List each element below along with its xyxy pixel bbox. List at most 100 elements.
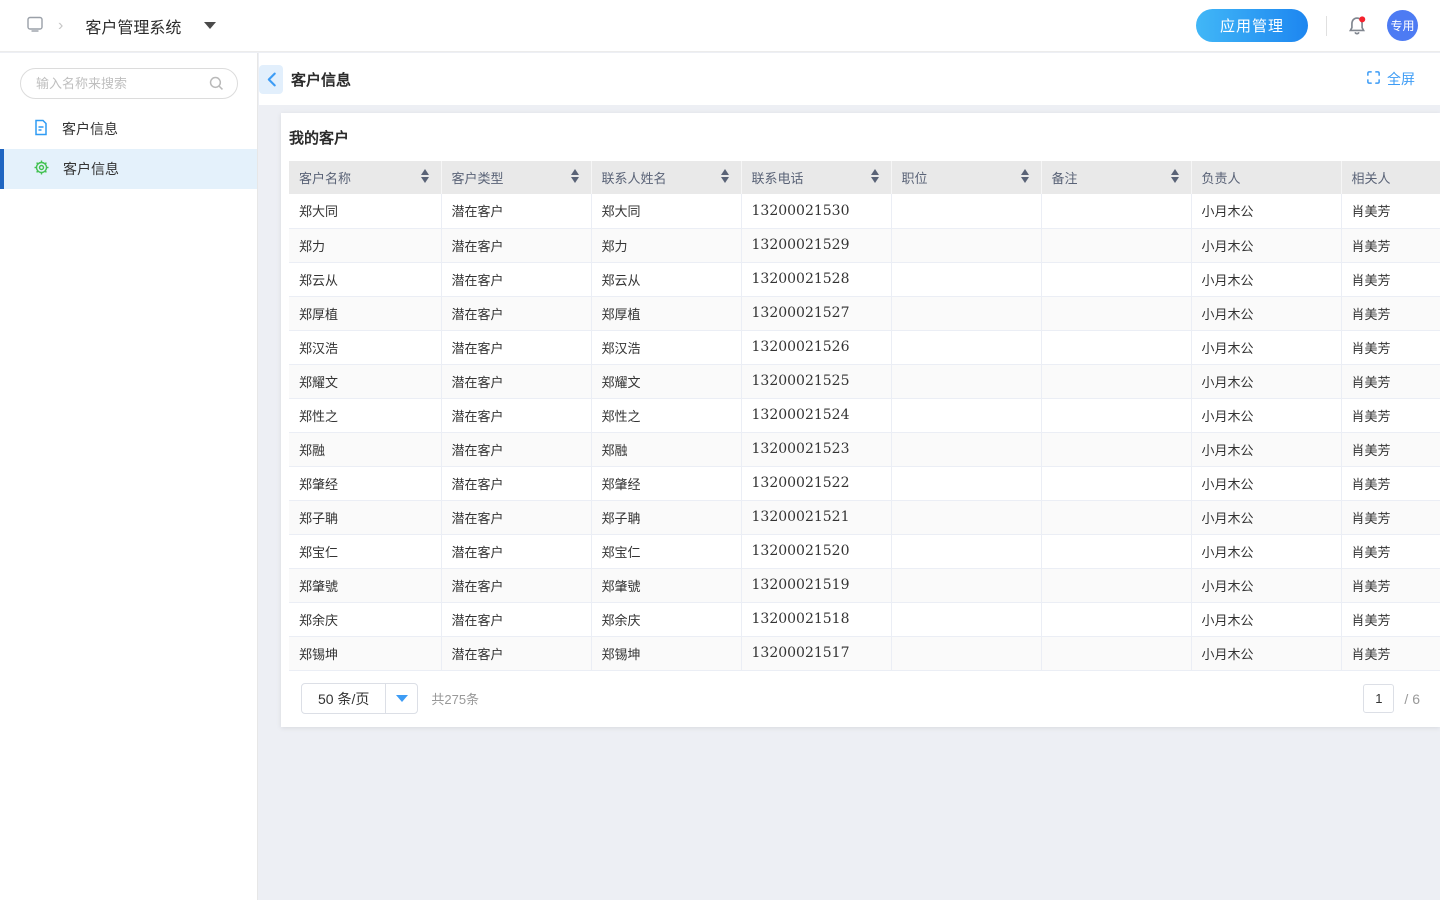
table-row[interactable]: 郑大同潜在客户郑大同13200021530小月木公肖美芳	[289, 194, 1440, 228]
table-cell	[1041, 432, 1191, 466]
customers-table: 客户名称客户类型联系人姓名联系电话职位备注负责人相关人 郑大同潜在客户郑大同13…	[289, 161, 1440, 671]
table-cell	[891, 602, 1041, 636]
search-input[interactable]	[20, 68, 238, 99]
table-cell: 小月木公	[1191, 194, 1341, 228]
column-header-1[interactable]: 客户类型	[441, 161, 591, 194]
page-number-input[interactable]	[1363, 684, 1394, 713]
table-cell: 肖美芳	[1341, 262, 1440, 296]
table-cell: 郑厚植	[591, 296, 741, 330]
table-cell: 郑肇经	[289, 466, 441, 500]
main-content: 客户信息 全屏 我的客户 客户名称客户类型联系人姓名联系电话职位	[259, 53, 1440, 900]
table-row[interactable]: 郑宝仁潜在客户郑宝仁13200021520小月木公肖美芳	[289, 534, 1440, 568]
table-cell: 潜在客户	[441, 330, 591, 364]
sort-icon[interactable]	[571, 169, 579, 183]
app-switcher-caret-icon[interactable]	[204, 22, 216, 29]
table-cell: 郑厚植	[289, 296, 441, 330]
column-header-0[interactable]: 客户名称	[289, 161, 441, 194]
table-row[interactable]: 郑融潜在客户郑融13200021523小月木公肖美芳	[289, 432, 1440, 466]
table-row[interactable]: 郑力潜在客户郑力13200021529小月木公肖美芳	[289, 228, 1440, 262]
table-row[interactable]: 郑汉浩潜在客户郑汉浩13200021526小月木公肖美芳	[289, 330, 1440, 364]
table-cell: 小月木公	[1191, 364, 1341, 398]
table-cell	[891, 636, 1041, 670]
table-cell: 郑力	[289, 228, 441, 262]
table-cell: 小月木公	[1191, 432, 1341, 466]
table-cell	[1041, 364, 1191, 398]
total-pages: / 6	[1404, 691, 1420, 707]
column-header-7: 相关人	[1341, 161, 1440, 194]
table-cell: 郑汉浩	[591, 330, 741, 364]
table-cell: 13200021530	[741, 194, 891, 228]
sidebar: 客户信息 客户信息	[0, 53, 258, 900]
notification-bell-icon[interactable]	[1345, 14, 1369, 38]
column-label: 联系电话	[752, 171, 804, 186]
table-cell: 小月木公	[1191, 330, 1341, 364]
column-label: 联系人姓名	[602, 171, 667, 186]
column-header-2[interactable]: 联系人姓名	[591, 161, 741, 194]
column-header-6: 负责人	[1191, 161, 1341, 194]
sidebar-item-customer-info-1[interactable]: 客户信息	[0, 109, 257, 149]
table-row[interactable]: 郑肇经潜在客户郑肇经13200021522小月木公肖美芳	[289, 466, 1440, 500]
page-size-value: 50 条/页	[302, 684, 385, 713]
table-cell: 郑性之	[289, 398, 441, 432]
table-cell: 潜在客户	[441, 194, 591, 228]
column-header-4[interactable]: 职位	[891, 161, 1041, 194]
app-title: 客户管理系统	[85, 14, 181, 38]
table-cell: 郑锡坤	[591, 636, 741, 670]
table-cell: 13200021518	[741, 602, 891, 636]
table-cell: 郑大同	[289, 194, 441, 228]
table-cell	[1041, 568, 1191, 602]
pagination: 50 条/页 共275条 / 6	[289, 671, 1440, 727]
column-header-5[interactable]: 备注	[1041, 161, 1191, 194]
table-row[interactable]: 郑厚植潜在客户郑厚植13200021527小月木公肖美芳	[289, 296, 1440, 330]
table-cell: 小月木公	[1191, 262, 1341, 296]
table-cell: 13200021525	[741, 364, 891, 398]
page-header: 客户信息 全屏	[259, 53, 1440, 105]
sort-icon[interactable]	[871, 169, 879, 183]
table-cell: 郑耀文	[591, 364, 741, 398]
table-cell: 小月木公	[1191, 636, 1341, 670]
desktop-icon[interactable]	[26, 15, 44, 36]
sort-icon[interactable]	[721, 169, 729, 183]
document-icon	[33, 119, 49, 139]
sidebar-item-customer-info-2[interactable]: 客户信息	[0, 149, 257, 189]
table-cell: 肖美芳	[1341, 364, 1440, 398]
table-cell: 郑汉浩	[289, 330, 441, 364]
table-cell: 郑融	[591, 432, 741, 466]
app-manage-button[interactable]: 应用管理	[1196, 9, 1308, 42]
sort-icon[interactable]	[1171, 169, 1179, 183]
table-row[interactable]: 郑肇號潜在客户郑肇號13200021519小月木公肖美芳	[289, 568, 1440, 602]
table-row[interactable]: 郑锡坤潜在客户郑锡坤13200021517小月木公肖美芳	[289, 636, 1440, 670]
back-button[interactable]	[259, 65, 283, 94]
table-cell: 郑耀文	[289, 364, 441, 398]
table-row[interactable]: 郑耀文潜在客户郑耀文13200021525小月木公肖美芳	[289, 364, 1440, 398]
table-cell: 潜在客户	[441, 262, 591, 296]
table-cell: 小月木公	[1191, 228, 1341, 262]
my-customers-card: 我的客户 客户名称客户类型联系人姓名联系电话职位备注负责人相关人 郑大同潜在客户…	[281, 113, 1440, 727]
sort-icon[interactable]	[421, 169, 429, 183]
table-row[interactable]: 郑性之潜在客户郑性之13200021524小月木公肖美芳	[289, 398, 1440, 432]
sort-icon[interactable]	[1021, 169, 1029, 183]
page-size-select[interactable]: 50 条/页	[301, 683, 418, 714]
table-cell	[1041, 602, 1191, 636]
table-cell: 13200021519	[741, 568, 891, 602]
table-row[interactable]: 郑云从潜在客户郑云从13200021528小月木公肖美芳	[289, 262, 1440, 296]
table-cell: 肖美芳	[1341, 194, 1440, 228]
table-cell: 郑云从	[289, 262, 441, 296]
column-label: 备注	[1052, 171, 1078, 186]
table-cell: 小月木公	[1191, 568, 1341, 602]
table-cell: 郑云从	[591, 262, 741, 296]
search-icon[interactable]	[208, 75, 225, 95]
table-cell: 郑子聃	[591, 500, 741, 534]
avatar[interactable]: 专用	[1387, 10, 1418, 41]
column-label: 相关人	[1352, 171, 1391, 186]
table-cell	[1041, 228, 1191, 262]
table-cell: 潜在客户	[441, 432, 591, 466]
fullscreen-button[interactable]: 全屏	[1366, 69, 1415, 89]
table-row[interactable]: 郑余庆潜在客户郑余庆13200021518小月木公肖美芳	[289, 602, 1440, 636]
table-cell	[891, 398, 1041, 432]
column-header-3[interactable]: 联系电话	[741, 161, 891, 194]
page-title: 客户信息	[291, 69, 351, 90]
table-cell: 13200021529	[741, 228, 891, 262]
table-row[interactable]: 郑子聃潜在客户郑子聃13200021521小月木公肖美芳	[289, 500, 1440, 534]
table-cell	[891, 534, 1041, 568]
